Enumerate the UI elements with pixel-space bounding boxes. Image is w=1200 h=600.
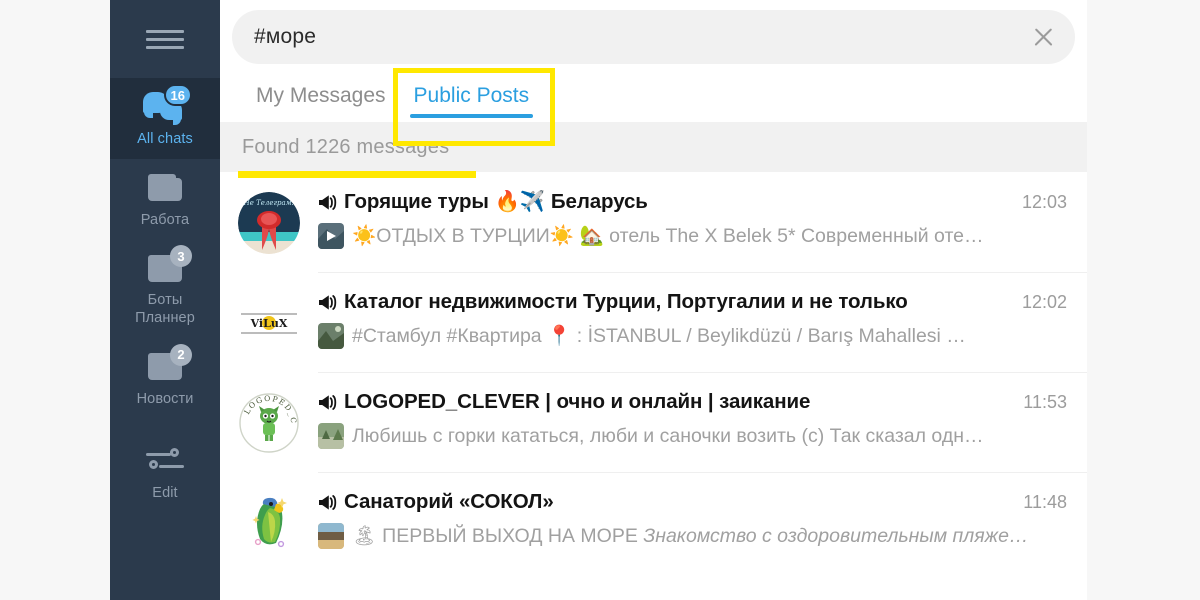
tab-label-my-messages: My Messages [256,84,386,107]
tab-label-public-posts: Public Posts [413,84,530,107]
sliders-icon [142,441,188,481]
sidebar-item-label-edit: Edit [152,485,178,502]
avatar: ViLuX [238,292,300,354]
folder-icon: 2 [142,343,192,387]
hamburger-menu-button[interactable] [110,0,220,78]
sidebar-item-novosti[interactable]: 2 Новости [110,338,220,419]
message-preview: Любишь с горки кататься, люби и саночки … [352,424,984,447]
unread-badge-novosti: 2 [170,343,192,366]
sidebar-item-edit[interactable]: Edit [110,432,220,513]
search-results-list: Не Телеграм! Горящие туры 🔥✈️ Беларусь 1… [220,172,1087,572]
avatar-partial-next-row [238,556,300,572]
sidebar-item-boty-planner[interactable]: 3 Боты Планнер [110,239,220,337]
channel-title: Каталог недвижимости Турции, Португалии … [344,290,908,313]
message-time: 12:03 [1021,192,1067,212]
message-preview: #Стамбул #Квартира 📍 : İSTANBUL / Beylik… [352,325,966,347]
megaphone-icon [318,494,337,516]
left-gutter [0,0,110,600]
results-count-text: Found 1226 messages [242,135,450,158]
table-row[interactable]: ViLuX Каталог недвижимости Турции, Порту… [220,272,1087,372]
search-query-text: #море [254,25,317,48]
message-time: 11:48 [1023,492,1067,512]
folders-sidebar: 16 All chats Работа 3 Боты Планнер 2 Нов… [110,0,220,600]
row-body: Горящие туры 🔥✈️ Беларусь 12:03 ☀️ОТДЫХ … [318,188,1067,249]
photo-thumbnail [318,323,344,349]
row-body: Каталог недвижимости Турции, Португалии … [318,288,1067,349]
message-preview: ☀️ОТДЫХ В ТУРЦИИ☀️ 🏡 отель The X Belek 5… [352,225,984,247]
table-row[interactable]: Санаторий «СОКОЛ» 11:48 🏝 ПЕРВЫЙ ВЫХОД Н… [220,472,1087,572]
message-preview: 🏝 ПЕРВЫЙ ВЫХОД НА МОРЕ Знакомство с оздо… [352,524,1028,548]
svg-text:ViLuX: ViLuX [250,317,288,330]
megaphone-icon [318,194,337,216]
sidebar-item-label-boty-planner: Боты Планнер [135,292,195,327]
avatar [238,492,300,554]
unread-badge-all-chats: 16 [163,84,192,106]
channel-title: LOGOPED_CLEVER | очно и онлайн | заикани… [344,390,811,413]
search-input[interactable]: #море [232,10,1075,64]
svg-text:Не Телеграм!: Не Телеграм! [243,199,295,207]
table-row[interactable]: Не Телеграм! Горящие туры 🔥✈️ Беларусь 1… [220,172,1087,272]
sidebar-item-all-chats[interactable]: 16 All chats [110,78,220,159]
row-body: Санаторий «СОКОЛ» 11:48 🏝 ПЕРВЫЙ ВЫХОД Н… [318,488,1067,549]
megaphone-icon [318,294,337,316]
video-thumbnail [318,223,344,249]
avatar: LOGOPED_CLEVER [238,392,300,454]
sidebar-item-label-rabota: Работа [140,211,190,228]
tab-public-posts[interactable]: Public Posts [400,84,544,122]
photo-thumbnail [318,423,344,449]
message-preview-italic: Знакомство с оздоровительным пляже… [643,525,1029,547]
sidebar-item-label-all-chats: All chats [137,131,193,147]
message-time: 11:53 [1023,392,1067,412]
message-preview-plain: 🏝 ПЕРВЫЙ ВЫХОД НА МОРЕ [352,525,644,547]
row-body: LOGOPED_CLEVER | очно и онлайн | заикани… [318,388,1067,449]
avatar: Не Телеграм! [238,192,300,254]
sidebar-item-rabota[interactable]: Работа [110,159,220,240]
message-time: 12:02 [1021,292,1067,312]
table-row[interactable]: LOGOPED_CLEVER [220,372,1087,472]
search-panel: #море My Messages Public Posts Found 122… [220,0,1087,600]
photo-thumbnail [318,523,344,549]
hamburger-icon [146,25,184,54]
search-bar-container: #море [220,0,1087,64]
channel-title: Санаторий «СОКОЛ» [344,490,554,513]
results-count-bar: Found 1226 messages [220,122,1087,172]
folder-icon [142,168,188,208]
telegram-search-screen: 16 All chats Работа 3 Боты Планнер 2 Нов… [0,0,1200,600]
tab-active-indicator [409,114,534,118]
search-tabs: My Messages Public Posts [220,64,1087,122]
channel-title: Горящие туры 🔥✈️ Беларусь [344,190,648,213]
megaphone-icon [318,394,337,416]
close-icon[interactable] [1029,23,1057,51]
unread-badge-boty-planner: 3 [170,245,192,268]
sidebar-item-label-novosti: Новости [136,390,194,407]
chat-bubbles-icon: 16 [142,84,192,127]
tab-my-messages[interactable]: My Messages [242,84,400,122]
folder-icon: 3 [142,245,192,288]
